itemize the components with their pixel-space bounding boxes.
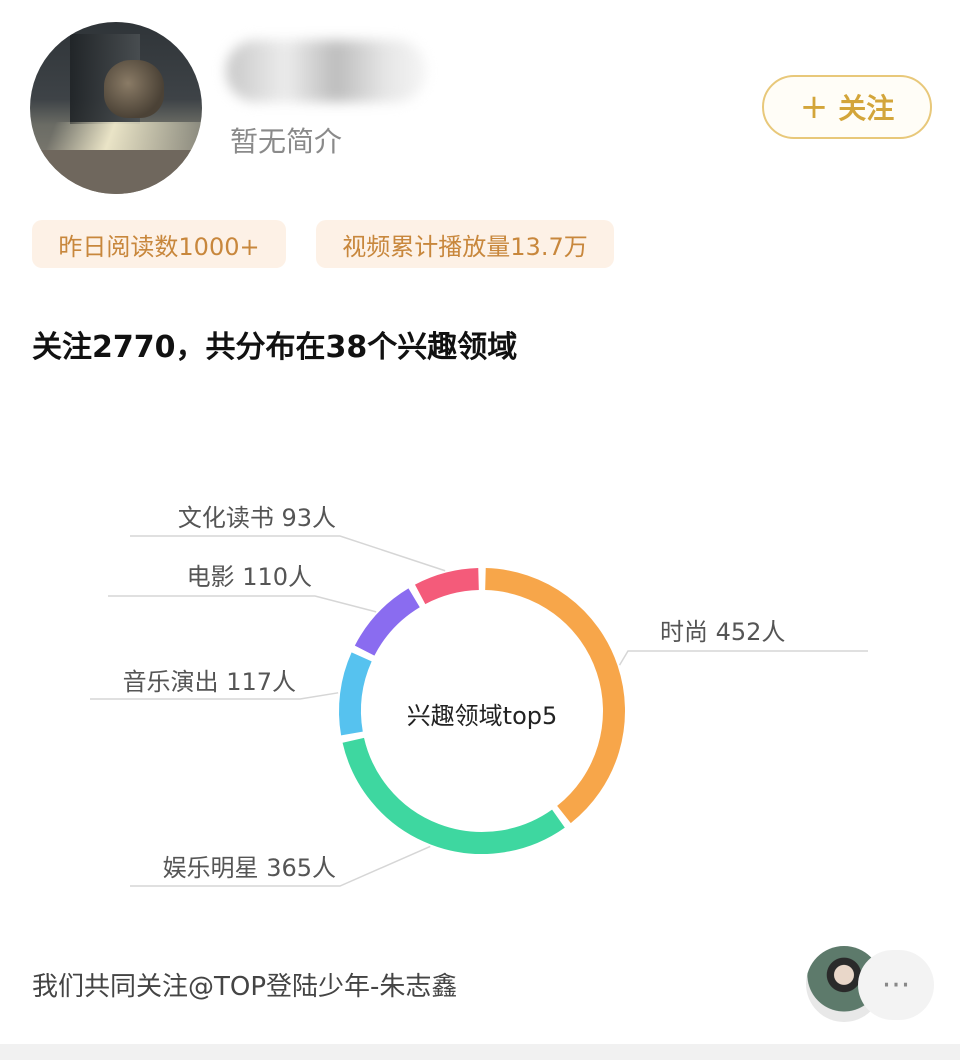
leader-line-1 (618, 650, 868, 666)
donut-slice-4 (354, 588, 421, 656)
more-dots-icon[interactable]: ··· (858, 950, 934, 1020)
slice-label-3: 音乐演出 117人 (123, 668, 296, 696)
interest-donut-chart: 时尚 452人娱乐明星 365人 音乐演出 117人 电影 110人 文化读书 93人… (90, 504, 868, 887)
chart-title: 兴趣领域top5 (407, 702, 558, 730)
slice-label-4: 电影 110人 (187, 563, 312, 591)
mutual-follow-text[interactable]: 我们共同关注@TOP登陆少年-朱志鑫 (32, 966, 457, 1003)
leader-line-4 (108, 595, 377, 613)
donut-slice-3 (339, 652, 372, 736)
donut-slice-1 (485, 568, 625, 824)
slice-label-2: 娱乐明星 365人 (163, 854, 336, 882)
bottom-bar (0, 1044, 960, 1060)
donut-slice-2 (342, 737, 565, 854)
donut-slice-5 (414, 568, 480, 605)
slice-label-1: 时尚 452人 (660, 618, 785, 646)
slice-label-5: 文化读书 93人 (178, 504, 336, 532)
